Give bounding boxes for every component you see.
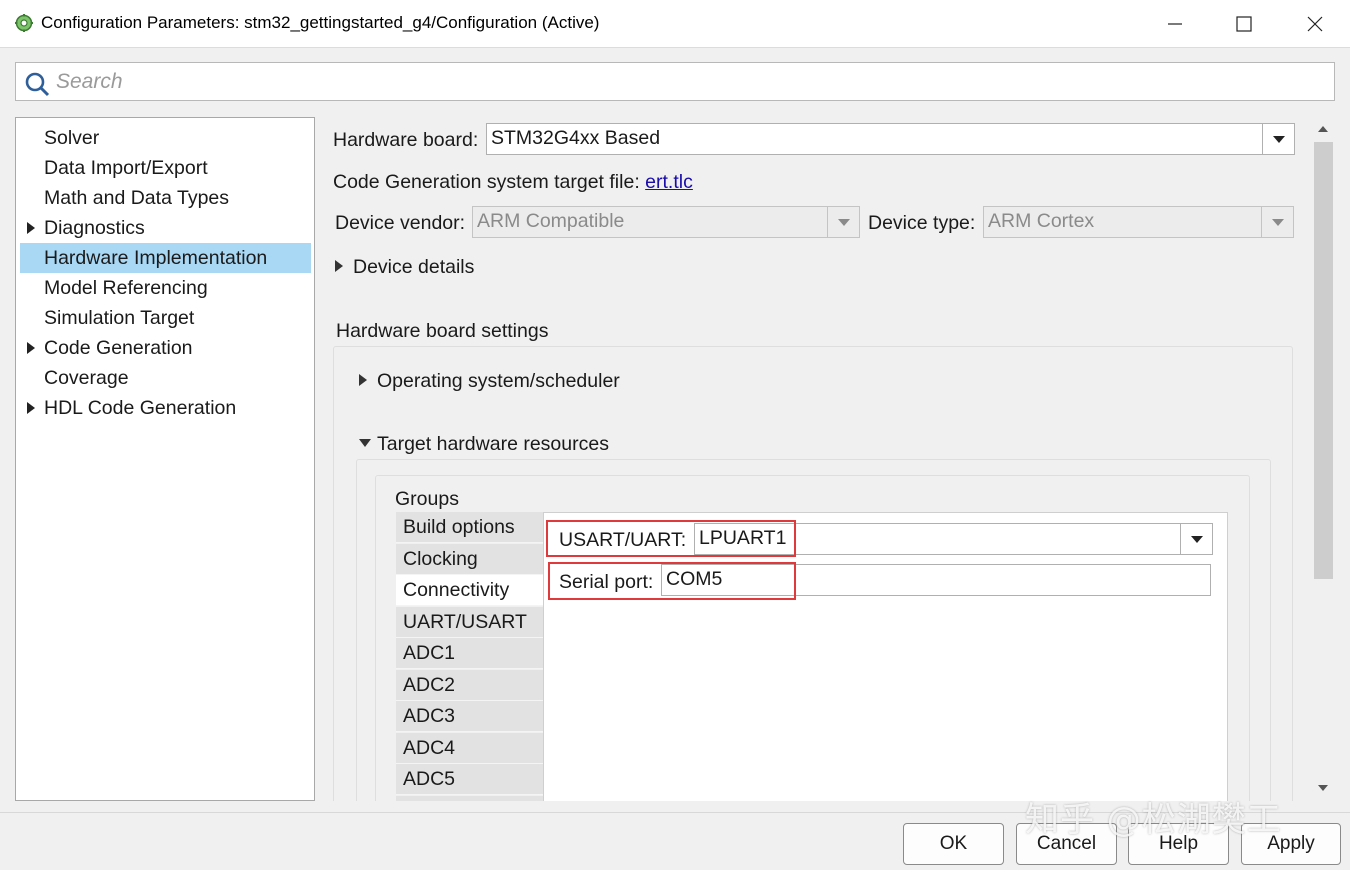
window-title: Configuration Parameters: stm32_gettings…	[41, 13, 600, 32]
scroll-up-icon[interactable]	[1318, 126, 1328, 132]
close-button[interactable]	[1280, 0, 1350, 48]
expand-arrow-icon[interactable]	[27, 402, 35, 414]
nav-item-model-referencing[interactable]: Model Referencing	[20, 273, 311, 303]
group-tab-adc5[interactable]: ADC5	[396, 764, 544, 795]
device-type-label: Device type:	[868, 212, 976, 234]
maximize-button[interactable]	[1209, 0, 1279, 48]
nav-item-solver[interactable]: Solver	[20, 123, 311, 153]
hardware-board-dropdown[interactable]: STM32G4xx Based	[486, 123, 1295, 155]
group-tab-list: Build options Clocking Connectivity UART…	[396, 512, 544, 801]
device-type-value: ARM Cortex	[988, 210, 1095, 232]
nav-item-label: Hardware Implementation	[44, 246, 268, 269]
group-tab-clocking[interactable]: Clocking	[396, 544, 544, 575]
dropdown-arrow-button[interactable]	[1180, 524, 1212, 554]
target-file-label: Code Generation system target file:	[333, 171, 640, 193]
chevron-down-icon	[837, 218, 850, 226]
expand-arrow-icon[interactable]	[335, 260, 343, 272]
dialog-footer: OK Cancel Help Apply	[0, 812, 1350, 870]
device-details-toggle[interactable]: Device details	[353, 256, 474, 279]
close-icon	[1307, 16, 1323, 32]
group-tab-adc4[interactable]: ADC4	[396, 733, 544, 764]
hardware-board-value: STM32G4xx Based	[491, 127, 661, 149]
category-tree: Solver Data Import/Export Math and Data …	[15, 117, 315, 801]
device-vendor-dropdown: ARM Compatible	[472, 206, 860, 238]
minimize-button[interactable]	[1140, 0, 1210, 48]
minimize-icon	[1168, 23, 1182, 25]
scroll-down-icon[interactable]	[1318, 785, 1328, 791]
cancel-button[interactable]: Cancel	[1016, 823, 1117, 865]
search-icon	[25, 72, 50, 97]
gear-model-icon	[15, 14, 33, 32]
group-tab-more[interactable]	[396, 796, 544, 801]
group-tab-adc3[interactable]: ADC3	[396, 701, 544, 732]
group-tab-uart-usart[interactable]: UART/USART	[396, 607, 544, 638]
chevron-down-icon	[1272, 135, 1285, 143]
ok-button[interactable]: OK	[903, 823, 1004, 865]
target-resources-toggle[interactable]: Target hardware resources	[377, 433, 609, 456]
nav-item-label: Simulation Target	[44, 306, 195, 329]
search-box	[15, 62, 1335, 101]
usart-highlight-box	[546, 520, 796, 557]
device-vendor-value: ARM Compatible	[477, 210, 625, 232]
expand-arrow-icon[interactable]	[27, 342, 35, 354]
groups-label: Groups	[395, 488, 459, 510]
nav-item-label: Solver	[44, 126, 100, 149]
dropdown-arrow-button	[1261, 207, 1293, 237]
serial-port-highlight-box	[548, 562, 796, 600]
board-settings-title: Hardware board settings	[336, 320, 549, 342]
group-tab-adc2[interactable]: ADC2	[396, 670, 544, 701]
nav-item-label: Diagnostics	[44, 216, 145, 239]
nav-item-label: Math and Data Types	[44, 186, 230, 209]
nav-item-hdl-code-generation[interactable]: HDL Code Generation	[20, 393, 311, 423]
device-type-dropdown: ARM Cortex	[983, 206, 1294, 238]
nav-item-hardware-implementation[interactable]: Hardware Implementation	[20, 243, 311, 273]
nav-item-label: HDL Code Generation	[44, 396, 237, 419]
nav-item-label: Coverage	[44, 366, 129, 389]
dropdown-arrow-button[interactable]	[1262, 124, 1294, 154]
search-input[interactable]	[56, 67, 1316, 97]
collapse-arrow-icon[interactable]	[359, 439, 371, 447]
device-vendor-label: Device vendor:	[335, 212, 466, 234]
os-scheduler-toggle[interactable]: Operating system/scheduler	[377, 370, 620, 393]
scrollbar-thumb[interactable]	[1314, 142, 1333, 579]
nav-item-label: Model Referencing	[44, 276, 208, 299]
dropdown-arrow-button	[827, 207, 859, 237]
help-button[interactable]: Help	[1128, 823, 1229, 865]
chevron-down-icon	[1190, 535, 1203, 543]
nav-item-label: Data Import/Export	[44, 156, 208, 179]
settings-pane: Hardware board: STM32G4xx Based Code Gen…	[325, 117, 1310, 801]
group-tab-build-options[interactable]: Build options	[396, 512, 544, 543]
target-file-row: Code Generation system target file: ert.…	[333, 171, 693, 194]
hardware-board-label: Hardware board:	[333, 129, 479, 151]
nav-item-math-data-types[interactable]: Math and Data Types	[20, 183, 311, 213]
expand-arrow-icon[interactable]	[27, 222, 35, 234]
group-tab-adc1[interactable]: ADC1	[396, 638, 544, 669]
nav-item-code-generation[interactable]: Code Generation	[20, 333, 311, 363]
nav-item-data-import-export[interactable]: Data Import/Export	[20, 153, 311, 183]
nav-item-simulation-target[interactable]: Simulation Target	[20, 303, 311, 333]
nav-item-diagnostics[interactable]: Diagnostics	[20, 213, 311, 243]
nav-item-label: Code Generation	[44, 336, 193, 359]
expand-arrow-icon[interactable]	[359, 374, 367, 386]
group-tab-connectivity[interactable]: Connectivity	[396, 575, 544, 606]
apply-button[interactable]: Apply	[1241, 823, 1341, 865]
nav-item-coverage[interactable]: Coverage	[20, 363, 311, 393]
title-bar: Configuration Parameters: stm32_gettings…	[0, 0, 1350, 48]
chevron-down-icon	[1271, 218, 1284, 226]
maximize-icon	[1236, 16, 1252, 32]
target-file-link[interactable]: ert.tlc	[645, 171, 693, 193]
vertical-scrollbar[interactable]	[1312, 117, 1335, 801]
